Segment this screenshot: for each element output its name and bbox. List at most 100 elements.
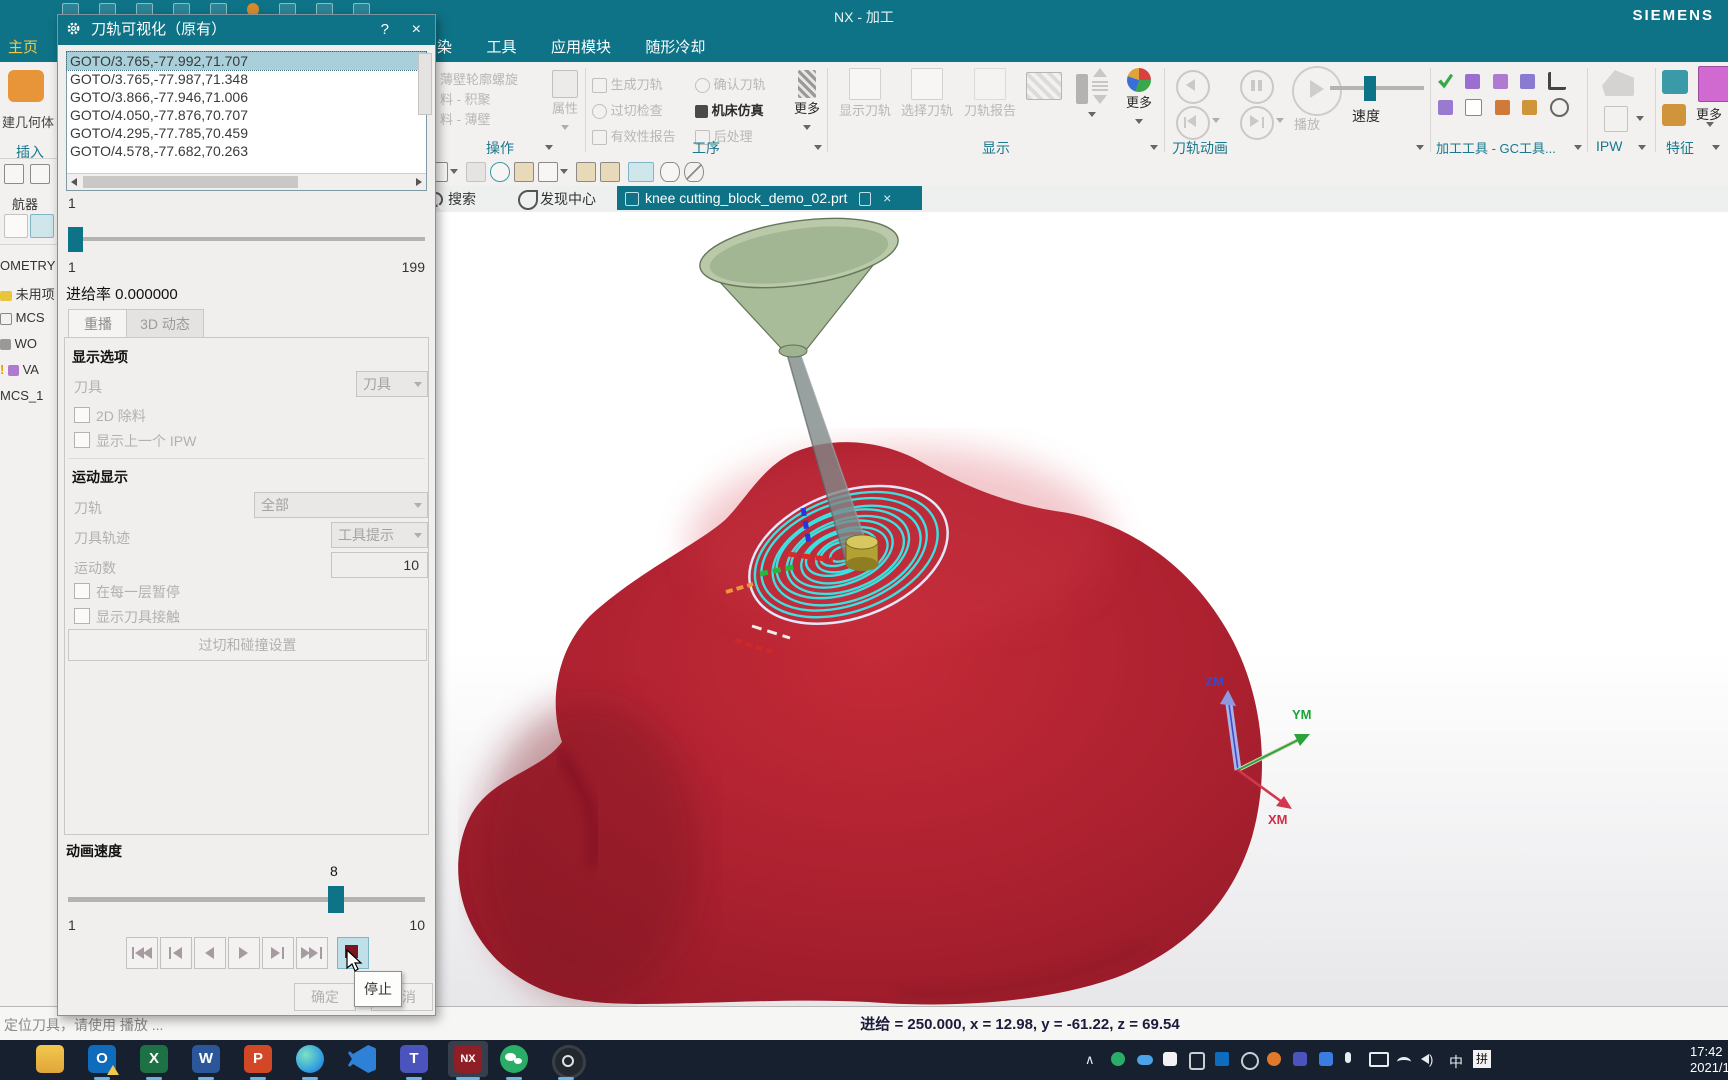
goto-list-hscrollbar[interactable]: [67, 173, 426, 190]
tray-chevron-icon[interactable]: ∧: [1085, 1052, 1095, 1068]
tree-item-va[interactable]: ! VA: [0, 362, 57, 382]
filter-arrow-icon[interactable]: [450, 169, 458, 174]
taskbar-excel-icon[interactable]: X: [140, 1045, 168, 1073]
active-document-tab[interactable]: knee cutting_block_demo_02.prt ×: [617, 186, 922, 210]
tab-3d-dynamic[interactable]: 3D 动态: [126, 309, 204, 338]
feature-search-icon[interactable]: [1662, 70, 1688, 94]
tray-onedrive-icon[interactable]: [1137, 1055, 1153, 1065]
tray-wechat-icon[interactable]: [1111, 1052, 1125, 1066]
tool-trace-dropdown[interactable]: 工具提示: [331, 522, 428, 548]
tab-replay[interactable]: 重播: [68, 309, 128, 338]
toolpath-report-button[interactable]: 刀轨报告: [960, 68, 1020, 119]
gc-pen-icon[interactable]: [1522, 100, 1537, 115]
discover-icon[interactable]: [518, 190, 538, 210]
mcs-eye-icon[interactable]: [628, 162, 654, 182]
tray-display-icon[interactable]: [1369, 1052, 1389, 1067]
scroll-right-icon[interactable]: [416, 178, 422, 186]
snap-icon[interactable]: [466, 162, 486, 182]
eye-slash-icon[interactable]: [684, 162, 704, 182]
mini-toolbar-icon-1[interactable]: [4, 164, 24, 184]
anim-play-button[interactable]: [1292, 66, 1342, 116]
gouge-check-button[interactable]: 过切检查: [592, 98, 676, 124]
ipw-display-button[interactable]: [1026, 68, 1088, 104]
goto-list[interactable]: GOTO/3.765,-77.992,71.707 GOTO/3.765,-77…: [66, 51, 427, 191]
tray-mic-icon[interactable]: [1345, 1052, 1351, 1063]
tree-item-mcs1[interactable]: MCS_1: [0, 388, 57, 408]
move-up-icon[interactable]: [1093, 68, 1107, 77]
progress-track[interactable]: [68, 237, 425, 241]
anim-speed-track[interactable]: [1330, 86, 1424, 90]
tab-search-label[interactable]: 搜索: [448, 189, 476, 209]
goto-row[interactable]: GOTO/3.765,-77.987,71.348: [67, 70, 426, 88]
menu-render[interactable]: 染: [437, 39, 452, 56]
group-ipw-expand-icon[interactable]: [1638, 145, 1646, 150]
step-forward-button[interactable]: [262, 937, 294, 969]
taskbar-nx-icon[interactable]: NX: [454, 1045, 482, 1073]
ok-button[interactable]: 确定: [294, 983, 356, 1011]
gc-probe-icon[interactable]: [1548, 72, 1566, 90]
display-arrows[interactable]: [1092, 66, 1108, 108]
gc-stack-icon[interactable]: [1438, 100, 1453, 115]
eye-icon[interactable]: [660, 162, 680, 182]
gc-flag-icon[interactable]: [1465, 74, 1480, 89]
dialog-title-bar[interactable]: 刀轨可视化（原有） ? ×: [58, 15, 435, 45]
goto-row[interactable]: GOTO/4.050,-77.876,70.707: [67, 106, 426, 124]
feature-teach-icon[interactable]: [1662, 104, 1686, 126]
box-crosshair-icon[interactable]: [538, 162, 558, 182]
gc-tools-icons[interactable]: [1438, 72, 1582, 117]
wire-box-icon[interactable]: [600, 162, 620, 182]
ipw-solid-icon[interactable]: [1602, 70, 1634, 96]
tool-dropdown[interactable]: 刀具: [356, 371, 428, 397]
box-arrow-icon[interactable]: [560, 169, 568, 174]
tree-item-workpiece[interactable]: WO: [0, 336, 57, 356]
checkbox-show-tool-contact[interactable]: [74, 608, 90, 624]
tray-steering-icon[interactable]: [1241, 1052, 1259, 1070]
tab-home[interactable]: 主页: [8, 36, 38, 57]
anim-step-forward-button[interactable]: [1240, 106, 1274, 140]
feature-more-label[interactable]: 更多: [1696, 104, 1722, 123]
tray-teams-icon[interactable]: [1293, 1052, 1307, 1066]
group-process-expand-icon[interactable]: [814, 145, 822, 150]
display-more-button[interactable]: 更多: [1118, 68, 1160, 129]
hexagon-icon[interactable]: [490, 162, 510, 182]
create-geometry-label[interactable]: 建几何体: [2, 112, 54, 131]
tree-item-geometry[interactable]: OMETRY: [0, 258, 57, 278]
gc-list-icon[interactable]: [1495, 100, 1510, 115]
ipw-axes-icon[interactable]: [1604, 106, 1628, 132]
tray-volume-icon[interactable]: ): [1421, 1052, 1433, 1067]
tray-search-icon[interactable]: [1267, 1052, 1281, 1066]
group-gc-expand-icon[interactable]: [1574, 145, 1582, 150]
animation-speed-track[interactable]: [68, 897, 425, 902]
anim-pause-button[interactable]: [1240, 70, 1274, 104]
feature-more-arrow-icon[interactable]: [1706, 122, 1714, 127]
taskbar-teams-icon[interactable]: T: [400, 1045, 428, 1073]
taskbar-outlook-icon[interactable]: O: [88, 1045, 116, 1073]
goto-row[interactable]: GOTO/4.295,-77.785,70.459: [67, 124, 426, 142]
go-to-start-button[interactable]: [126, 937, 158, 969]
taskbar-vscode-icon[interactable]: [348, 1045, 376, 1073]
close-tab-icon[interactable]: ×: [883, 190, 891, 206]
group-anim-expand-icon[interactable]: [1416, 145, 1424, 150]
hscroll-thumb[interactable]: [83, 176, 298, 188]
goto-row[interactable]: GOTO/3.866,-77.946,71.006: [67, 88, 426, 106]
taskbar-word-icon[interactable]: W: [192, 1045, 220, 1073]
animation-speed-thumb[interactable]: [328, 886, 344, 913]
menu-application-modules[interactable]: 应用模块: [551, 39, 611, 56]
show-toolpath-button[interactable]: 显示刀轨: [836, 68, 894, 119]
toolpath-visualization-dialog[interactable]: 刀轨可视化（原有） ? × GOTO/3.765,-77.992,71.707 …: [57, 14, 436, 1016]
check-icon[interactable]: [1438, 74, 1453, 89]
step-back-button[interactable]: [160, 937, 192, 969]
generate-toolpath-button[interactable]: 生成刀轨: [592, 72, 676, 98]
navigator-icon-2[interactable]: [30, 214, 54, 238]
step-forward-options-icon[interactable]: [1276, 118, 1284, 123]
machine-simulation-button[interactable]: 机床仿真: [695, 98, 766, 124]
menu-conformal-cooling[interactable]: 随形冷却: [645, 39, 705, 56]
tab-discover-label[interactable]: 发现中心: [540, 189, 596, 209]
motion-count-field[interactable]: 10: [331, 552, 428, 578]
gc-doc-icon[interactable]: [1465, 99, 1482, 116]
checkbox-2d-material[interactable]: [74, 407, 90, 423]
gouge-collision-settings-button[interactable]: 过切和碰撞设置: [68, 629, 427, 661]
tray-outlook-icon[interactable]: [1215, 1052, 1229, 1066]
scroll-left-icon[interactable]: [71, 178, 77, 186]
gc-clock-icon[interactable]: [1550, 98, 1569, 117]
